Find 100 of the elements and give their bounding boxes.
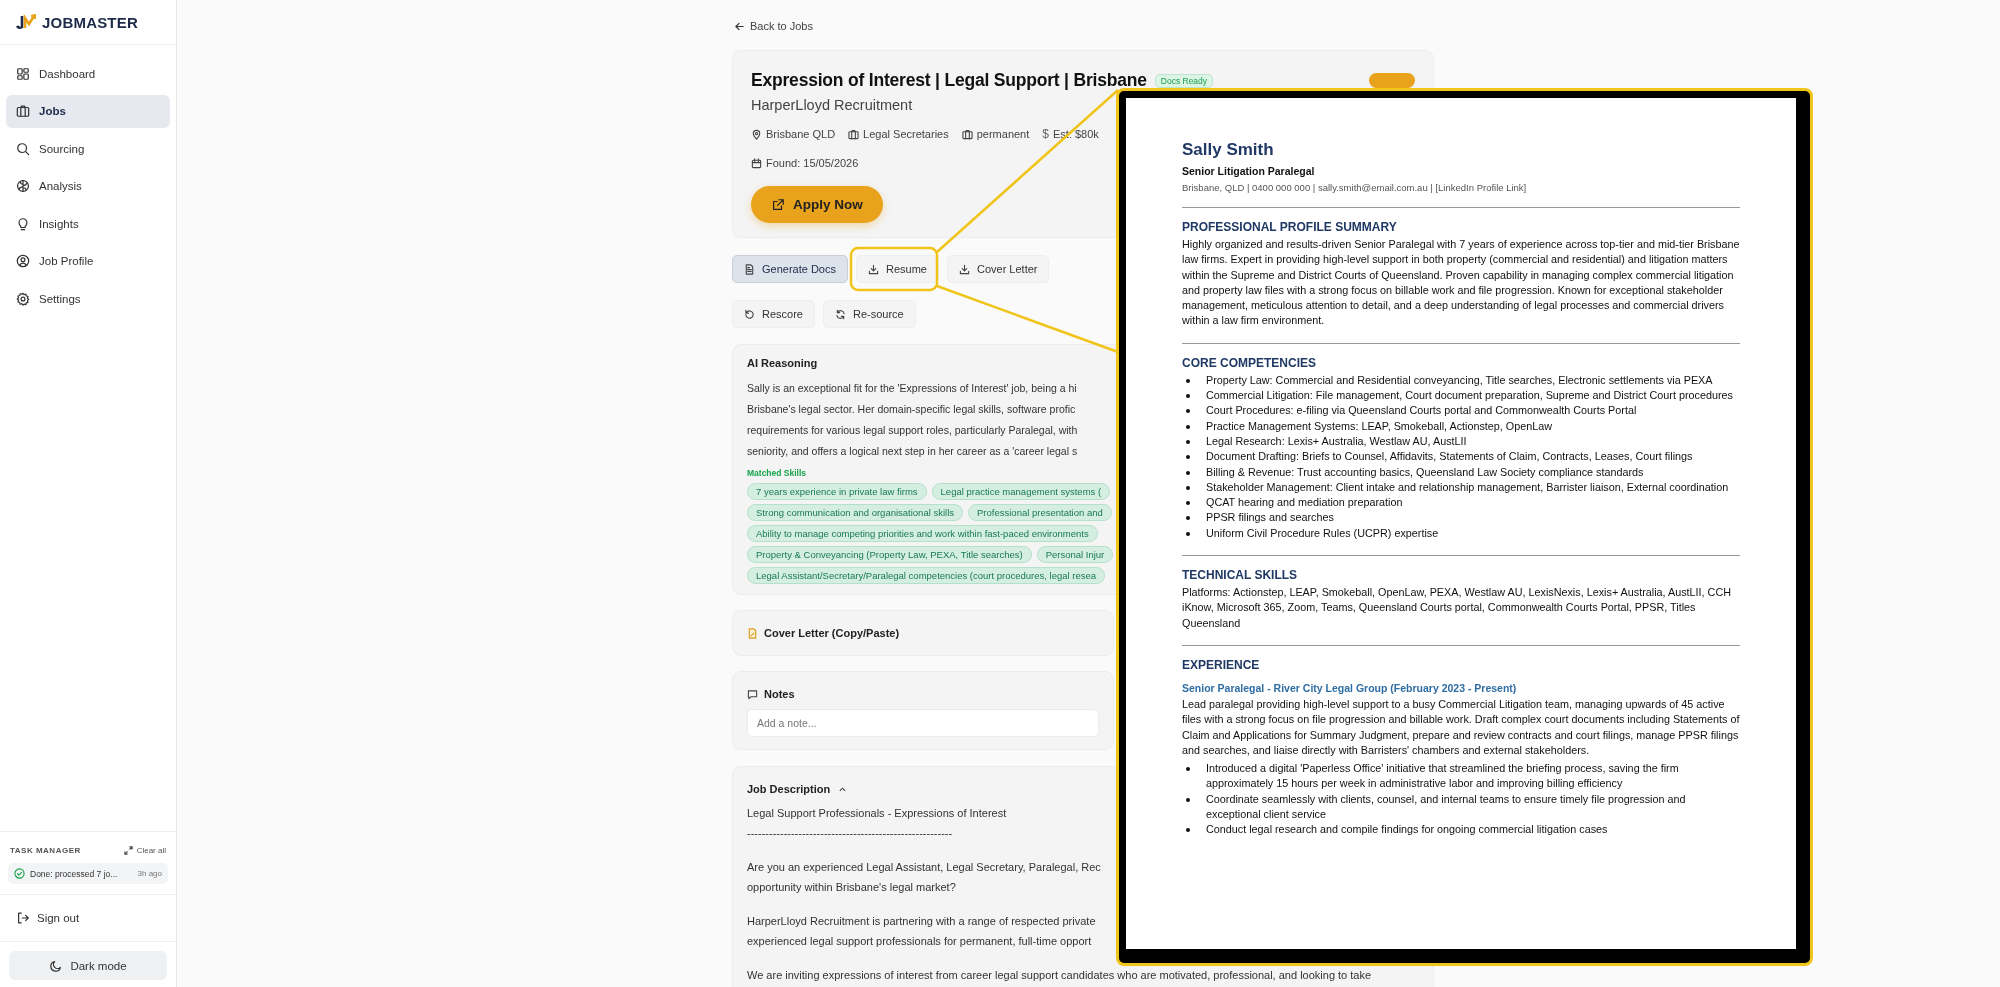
bullet-icon [1186, 394, 1190, 399]
bullet-icon [1186, 455, 1190, 460]
nav-item[interactable]: Sourcing [6, 132, 170, 166]
bullet-icon [1186, 409, 1190, 414]
reasoning-text-line: Brisbane's legal sector. Her domain-specific legal skills, software profic [747, 402, 1076, 417]
nav-item[interactable]: Dashboard [6, 57, 170, 91]
action-button[interactable]: Cover Letter [946, 255, 1050, 283]
meta-text: permanent [976, 128, 1030, 140]
resume-bullet-text: Uniform Civil Procedure Rules (UCPR) expertise [1206, 525, 1439, 541]
bullet-icon [1186, 828, 1190, 833]
bullet-icon [1186, 424, 1190, 429]
description-text-line: opportunity within Brisbane's legal market? [747, 880, 956, 895]
user-circle-icon [16, 254, 30, 269]
resume-bullet-text: Document Drafting: Briefs to Counsel, Affidavits, Statements of Claim, Contracts, Leases, Court filings [1206, 449, 1693, 465]
briefcase-icon [961, 128, 973, 140]
card-title: Cover Letter (Copy/Paste) [764, 627, 900, 639]
resume-contact: Brisbane, QLD | 0400 000 000 | sally.smith@email.com.au | [LinkedIn Profile Link] [1182, 182, 1528, 193]
card-title: AI Reasoning [747, 357, 818, 369]
resume-bullet-text: Commercial Litigation: File management, Court document preparation, Supreme and District Court procedures [1206, 388, 1733, 404]
calendar-icon [751, 157, 762, 169]
bullet-icon [1186, 378, 1190, 383]
matched-skills-title: Matched Skills [747, 468, 807, 478]
sign-out-link[interactable]: Sign out [0, 894, 176, 941]
briefcase-icon [848, 128, 860, 140]
resume-bullet-text: Property Law: Commercial and Residential conveyancing, Title searches, Electronic settlements via PEXA [1206, 372, 1713, 388]
skill-tag: Strong communication and organisational skills [747, 504, 964, 521]
resume-bullet-text: Conduct legal research and compile findings for ongoing commercial litigation cases [1206, 822, 1608, 838]
description-text-line: HarperLloyd Recruitment is partnering with a range of respected private [747, 914, 1096, 929]
action-button[interactable]: Generate Docs [732, 255, 848, 283]
task-text: Done: processed 7 jo... [30, 868, 119, 879]
resume-headline: Senior Litigation Paralegal [1182, 165, 1316, 177]
description-text-line: experienced legal support professionals for permanent, full-time opport [747, 934, 1092, 949]
found-date: Found: 15/05/2026 [766, 157, 859, 169]
clear-all-button[interactable]: Clear all [123, 846, 166, 855]
comment-icon [747, 688, 758, 700]
resume-section-heading: TECHNICAL SKILLS [1182, 568, 1299, 583]
job-title: Expression of Interest | Legal Support | Brisbane [751, 70, 1147, 91]
bullet-icon [1186, 439, 1190, 444]
resume-bullet-text: Legal Research: Lexis+ Australia, Westlaw AU, AustLII [1206, 433, 1467, 449]
nav-item[interactable]: Jobs [6, 94, 170, 128]
resume-section-heading: EXPERIENCE [1182, 657, 1261, 672]
resume-bullet-text: Practice Management Systems: LEAP, Smokeball, Actionstep, OpenLaw [1206, 418, 1553, 434]
note-input-field[interactable]: Add a note... [747, 709, 1099, 737]
task-item[interactable]: Done: processed 7 jo... 3h ago [8, 863, 168, 884]
dashboard-icon [16, 66, 30, 81]
document-icon [744, 263, 755, 275]
resume-bullet-text: Introduced a digital 'Paperless Office' initiative that streamlined the briefing process, saving the firm approximately 15 hours per week in administrative labor and improving billing efficiency [1206, 761, 1680, 792]
description-text-line: Are you an experienced Legal Assistant, Legal Secretary, Paralegal, Rec [747, 860, 1101, 875]
description-text-line: -------------------------------------------------------- [747, 826, 953, 841]
briefcase-icon [16, 104, 30, 119]
lightbulb-icon [16, 216, 30, 231]
resume-section-heading: CORE COMPETENCIES [1182, 355, 1317, 370]
action-button[interactable]: Re-source [822, 300, 916, 328]
resume-section-heading: PROFESSIONAL PROFILE SUMMARY [1182, 220, 1398, 234]
card-title: Notes [764, 688, 795, 700]
resume-paragraph: Lead paralegal providing high-level support to a busy Commercial Litigation team, managing upwards of 45 active files with a strong focus on file progression and billable work. Draft complex court documents including Statements of Claim and Applications for Summary Judgment, prepare and review contracts and court filings, manage PPSR filings and searches, and liaise directly with Barristers' chambers and external stakeholders. [1182, 696, 1740, 758]
bullet-icon [1186, 767, 1190, 772]
action-button[interactable]: Rescore [732, 300, 815, 328]
skill-tag: 7 years experience in private law firms [747, 483, 927, 500]
nav-item[interactable]: Analysis [6, 169, 170, 203]
nav-item[interactable]: Insights [6, 207, 170, 241]
reasoning-text-line: seniority, and offers a logical next step in her career as a 'career legal s [747, 444, 1078, 459]
apply-now-button[interactable]: Apply Now [751, 186, 883, 223]
location-pin-icon [751, 128, 762, 140]
download-icon [868, 263, 879, 275]
brand-name: JOBMASTER [42, 13, 138, 31]
bullet-icon [1186, 797, 1190, 802]
cover-letter-card[interactable]: Cover Letter (Copy/Paste) [732, 610, 1114, 656]
job-description-toggle[interactable]: Job Description [747, 783, 848, 795]
skill-tag: Legal Assistant/Secretary/Paralegal competencies (court procedures, legal resea [747, 567, 1106, 584]
description-text-line: Legal Support Professionals - Expressions of Interest [747, 806, 1007, 821]
reasoning-text-line: Sally is an exceptional fit for the 'Expressions of Interest' job, being a hi [747, 381, 1077, 396]
skill-tag: Ability to manage competing priorities and work within fast-paced environments [747, 525, 1098, 542]
resume-bullet-text: PPSR filings and searches [1206, 510, 1334, 526]
status-badge: Docs Ready [1154, 73, 1214, 88]
action-button[interactable]: Resume [856, 255, 939, 283]
expand-icon [123, 846, 133, 855]
clear-all-label: Clear all [136, 846, 166, 855]
back-link[interactable]: Back to Jobs [734, 18, 813, 34]
nav-item[interactable]: Settings [6, 282, 170, 316]
dark-mode-button[interactable]: Dark mode [9, 951, 167, 980]
skill-tag: Professional presentation and [968, 504, 1112, 521]
company-name: HarperLloyd Recruitment [751, 97, 914, 113]
resume-bullet-text: QCAT hearing and mediation preparation [1206, 495, 1403, 511]
resume-bullet-text: Court Procedures: e-filing via Queensland Courts portal and Commonwealth Courts Portal [1206, 403, 1637, 419]
check-circle-icon [14, 868, 25, 879]
meta-text: Legal Secretaries [863, 128, 949, 140]
arrow-left-icon [734, 20, 745, 32]
task-manager-title: TASK MANAGER [10, 846, 81, 855]
bullet-icon [1186, 485, 1190, 490]
resume-paragraph: Platforms: Actionstep, LEAP, Smokeball, OpenLaw, PEXA, Westlaw AU, LexisNexis, Lexis+ Australia, AustLII, CCH iKnow, Microsoft 365, Zoom, Teams, Queensland Courts portal, Commonwealth Courts Portal, PPSR, Titles Queensland [1182, 585, 1732, 631]
nav-item[interactable]: Job Profile [6, 244, 170, 278]
score-pill [1369, 73, 1415, 88]
resume-bullet-text: Billing & Revenue: Trust accounting basics, Queensland Law Society compliance standards [1206, 464, 1644, 480]
skill-tag: Property & Conveyancing (Property Law, PEXA, Title searches) [747, 546, 1032, 563]
resume-name: Sally Smith [1182, 140, 1275, 160]
skill-tag: Legal practice management systems ( [931, 483, 1111, 500]
dollar-sign: $ [1042, 127, 1049, 141]
document-icon [747, 627, 758, 639]
task-time: 3h ago [137, 869, 162, 878]
